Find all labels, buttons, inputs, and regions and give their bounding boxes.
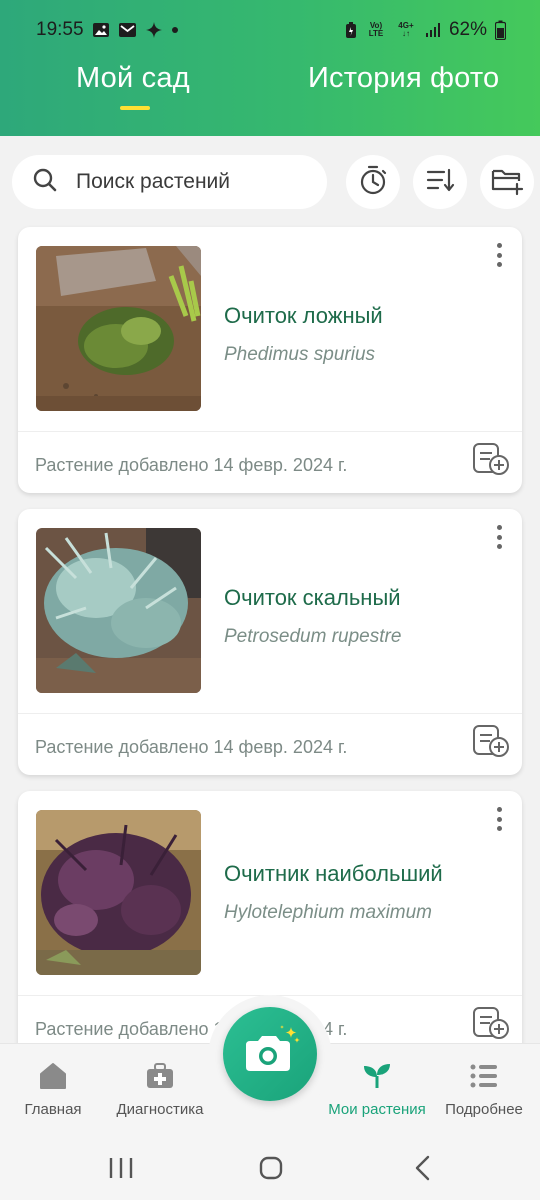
mail-notification-icon <box>118 21 137 39</box>
plant-name: Очитник наибольший <box>224 861 443 886</box>
medkit-icon <box>145 1062 175 1095</box>
plant-name: Очиток скальный <box>224 585 401 610</box>
status-time: 19:55 <box>36 19 84 40</box>
nav-home-label: Главная <box>24 1101 82 1118</box>
camera-identify-button[interactable] <box>223 1007 317 1101</box>
recent-apps-icon[interactable] <box>108 1156 134 1185</box>
sort-button[interactable] <box>413 155 467 209</box>
search-placeholder: Поиск растений <box>76 170 231 193</box>
sparkle-notification-icon <box>145 21 163 39</box>
sort-icon <box>424 164 456 201</box>
home-system-icon[interactable] <box>259 1156 283 1185</box>
more-options-icon[interactable] <box>490 523 508 551</box>
card-divider <box>18 431 522 432</box>
search-icon <box>32 167 58 198</box>
nav-home[interactable]: Главная <box>14 1044 92 1126</box>
gallery-notification-icon <box>92 21 110 39</box>
plant-added-date: Растение добавлено 14 февр. 2024 г. <box>35 455 348 475</box>
camera-sparkle-icon <box>240 1024 300 1084</box>
home-icon <box>38 1062 68 1095</box>
card-divider <box>18 713 522 714</box>
data-arrows-icon: ↓↑ <box>401 29 410 38</box>
signal-strength-icon <box>425 22 441 38</box>
nav-my-plants[interactable]: Мои растения <box>318 1044 436 1126</box>
tab-my-garden[interactable]: Мой сад <box>76 62 190 95</box>
status-right: Vo) LTE 4G+ ↓↑ 62% <box>345 19 506 41</box>
plant-photo <box>36 528 201 693</box>
nav-diagnostics-label: Диагностика <box>116 1101 204 1118</box>
add-note-icon[interactable] <box>472 724 510 763</box>
add-note-icon[interactable] <box>472 1006 510 1045</box>
status-left: 19:55 <box>36 19 179 41</box>
plant-photo <box>36 810 201 975</box>
list-icon <box>469 1062 499 1095</box>
system-navigation-bar <box>0 1125 540 1200</box>
plant-latin-name: Phedimus spurius <box>224 344 376 365</box>
nav-my-plants-label: Мои растения <box>328 1101 426 1118</box>
search-input[interactable]: Поиск растений <box>12 155 327 209</box>
nav-more[interactable]: Подробнее <box>440 1044 528 1126</box>
more-options-icon[interactable] <box>490 241 508 269</box>
add-folder-icon <box>490 164 524 201</box>
alarm-clock-icon <box>357 164 389 201</box>
network-type-icon: 4G+ ↓↑ <box>395 22 417 38</box>
plant-name: Очиток ложный <box>224 303 383 328</box>
app-header: 19:55 Vo) LTE 4G+ ↓↑ 62% Мой сад История… <box>0 0 540 136</box>
battery-icon <box>495 20 506 40</box>
plant-photo <box>36 246 201 411</box>
back-icon[interactable] <box>413 1155 433 1186</box>
nav-more-label: Подробнее <box>445 1101 523 1118</box>
reminder-button[interactable] <box>346 155 400 209</box>
battery-percent: 62% <box>448 19 487 40</box>
nav-diagnostics[interactable]: Диагностика <box>108 1044 212 1126</box>
plant-latin-name: Petrosedum rupestre <box>224 626 402 647</box>
more-notifications-dot-icon <box>171 26 179 34</box>
tab-photo-history[interactable]: История фото <box>308 62 499 95</box>
status-bar: 19:55 Vo) LTE 4G+ ↓↑ 62% <box>0 0 540 60</box>
tab-bar: Мой сад История фото <box>0 58 540 118</box>
add-note-icon[interactable] <box>472 442 510 481</box>
more-options-icon[interactable] <box>490 805 508 833</box>
battery-saver-icon <box>345 21 357 39</box>
plant-card[interactable]: Очиток скальный Petrosedum rupestre Раст… <box>18 509 522 775</box>
add-folder-button[interactable] <box>480 155 534 209</box>
active-tab-indicator <box>120 106 150 110</box>
sprout-icon <box>362 1062 392 1095</box>
plant-added-date: Растение добавлено 14 февр. 2024 г. <box>35 737 348 757</box>
plant-card[interactable]: Очиток ложный Phedimus spurius Растение … <box>18 227 522 493</box>
volte-icon: Vo) LTE <box>368 21 384 38</box>
plant-latin-name: Hylotelephium maximum <box>224 902 433 923</box>
